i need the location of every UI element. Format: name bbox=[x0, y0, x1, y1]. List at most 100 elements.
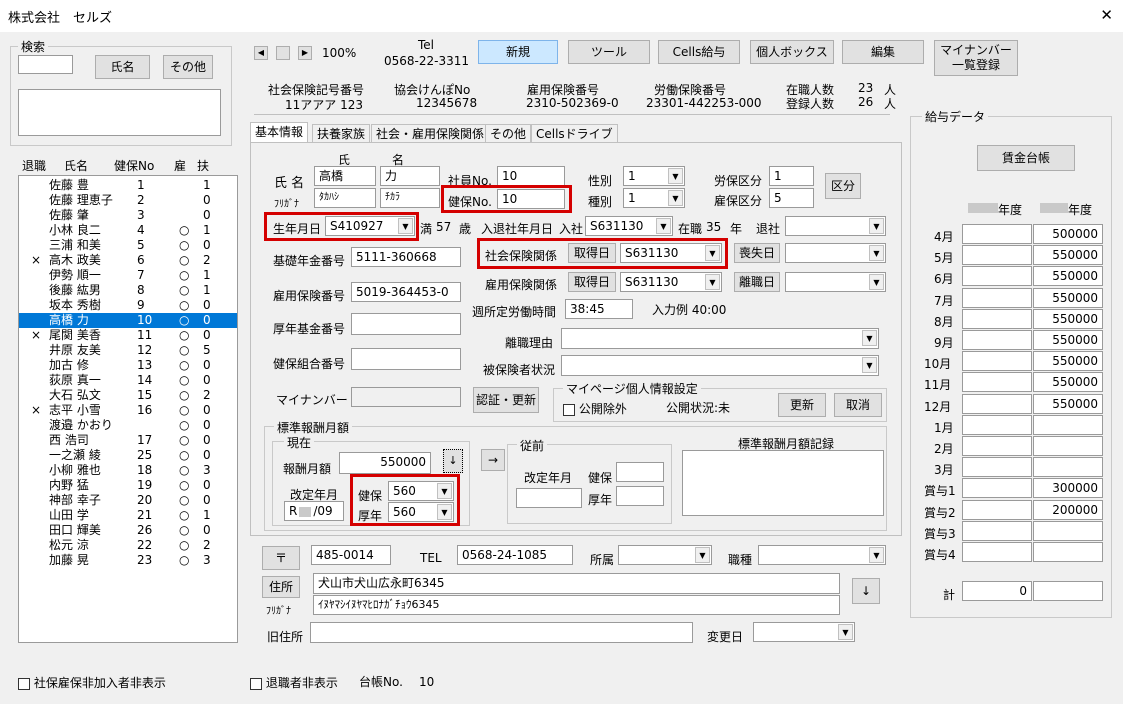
list-item[interactable]: 内野 猛 19 ○ 0 bbox=[19, 478, 237, 493]
record-box[interactable] bbox=[682, 450, 884, 516]
hoshu-calc-button[interactable]: ↓ bbox=[443, 449, 463, 473]
tab-insurance[interactable]: 社会・雇用保険関係 bbox=[371, 124, 490, 143]
salary-prev-field[interactable] bbox=[962, 414, 1032, 435]
list-item[interactable]: 西 浩司 17 ○ 0 bbox=[19, 433, 237, 448]
salary-prev-field[interactable] bbox=[962, 330, 1032, 350]
taisha-select[interactable]: ▼ bbox=[785, 216, 886, 236]
mypage-update-button[interactable]: 更新 bbox=[778, 393, 826, 417]
weekly-field[interactable]: 38:45 bbox=[565, 299, 633, 319]
list-item[interactable]: 一之瀬 綾 25 ○ 0 bbox=[19, 448, 237, 463]
list-item[interactable]: 小柳 雅也 18 ○ 3 bbox=[19, 463, 237, 478]
close-icon[interactable]: ✕ bbox=[1100, 6, 1113, 24]
shokushu-select[interactable]: ▼ bbox=[758, 545, 886, 565]
salary-current-field[interactable]: 550000 bbox=[1033, 266, 1103, 287]
salary-prev-field[interactable] bbox=[962, 245, 1032, 266]
salary-prev-field[interactable] bbox=[962, 520, 1032, 541]
list-item[interactable]: 加藤 晃 23 ○ 3 bbox=[19, 553, 237, 568]
address-down-button[interactable]: ↓ bbox=[852, 578, 880, 604]
kosei-std-select[interactable]: 560 ▼ bbox=[388, 502, 454, 522]
shakai-date-select[interactable]: S631130 ▼ bbox=[620, 243, 722, 263]
koyo-date-select[interactable]: S631130 ▼ bbox=[620, 272, 722, 292]
shakai-shutoku-button[interactable]: 取得日 bbox=[568, 243, 616, 263]
list-item[interactable]: 佐藤 理恵子 2 0 bbox=[19, 193, 237, 208]
kiso-field[interactable]: 5111-360668 bbox=[351, 247, 461, 267]
salary-prev-field[interactable] bbox=[962, 372, 1032, 393]
salary-prev-field[interactable] bbox=[962, 457, 1032, 478]
salary-current-field[interactable]: 550000 bbox=[1033, 330, 1103, 350]
salary-prev-field[interactable] bbox=[962, 287, 1032, 308]
rishoku-select[interactable]: ▼ bbox=[785, 272, 886, 292]
shozoku-select[interactable]: ▼ bbox=[618, 545, 712, 565]
list-item[interactable]: 荻原 真一 14 ○ 0 bbox=[19, 373, 237, 388]
salary-current-field[interactable]: 550000 bbox=[1033, 245, 1103, 266]
rishoku-reason-select[interactable]: ▼ bbox=[561, 328, 879, 349]
copy-to-previous-button[interactable]: → bbox=[481, 449, 505, 471]
address-button[interactable]: 住所 bbox=[262, 576, 300, 598]
cells-pay-button[interactable]: Cells給与 bbox=[658, 40, 740, 64]
salary-current-field[interactable]: 550000 bbox=[1033, 393, 1103, 414]
search-name-button[interactable]: 氏名 bbox=[95, 55, 150, 79]
salary-current-field[interactable]: 300000 bbox=[1033, 478, 1103, 499]
total-field[interactable]: 0 bbox=[962, 581, 1032, 601]
tab-other[interactable]: その他 bbox=[485, 124, 532, 143]
list-item[interactable]: × 高木 政美 6 ○ 2 bbox=[19, 253, 237, 268]
list-item[interactable]: 田口 輝美 26 ○ 0 bbox=[19, 523, 237, 538]
auth-update-button[interactable]: 認証・更新 bbox=[473, 387, 539, 413]
search-other-button[interactable]: その他 bbox=[163, 55, 213, 79]
list-item[interactable]: × 尾関 美香 11 ○ 0 bbox=[19, 328, 237, 343]
list-item[interactable]: 坂本 秀樹 9 ○ 0 bbox=[19, 298, 237, 313]
salary-prev-field[interactable] bbox=[962, 351, 1032, 372]
list-item[interactable]: 伊勢 順一 7 ○ 1 bbox=[19, 268, 237, 283]
kenpo-no-field[interactable]: 10 bbox=[497, 189, 565, 209]
tab-cells-drive[interactable]: Cellsドライブ bbox=[531, 124, 618, 143]
list-item[interactable]: 神部 幸子 20 ○ 0 bbox=[19, 493, 237, 508]
salary-current-field[interactable]: 500000 bbox=[1033, 224, 1103, 244]
zip-field[interactable]: 485-0014 bbox=[311, 545, 391, 565]
list-item[interactable]: 佐藤 豊 1 1 bbox=[19, 178, 237, 193]
tool-button[interactable]: ツール bbox=[568, 40, 650, 64]
shain-no-field[interactable]: 10 bbox=[497, 166, 565, 186]
address-field[interactable]: 犬山市犬山広永町6345 bbox=[313, 573, 840, 594]
list-item[interactable]: 井原 友美 12 ○ 5 bbox=[19, 343, 237, 358]
list-item[interactable]: 三浦 和美 5 ○ 0 bbox=[19, 238, 237, 253]
jyuzen-kenpo-field[interactable] bbox=[616, 462, 664, 482]
list-item[interactable]: 後藤 紘男 8 ○ 1 bbox=[19, 283, 237, 298]
scroll-thumb[interactable] bbox=[276, 46, 290, 60]
rouho-field[interactable]: 1 bbox=[769, 166, 814, 186]
search-input[interactable] bbox=[18, 55, 73, 74]
koho-field[interactable]: 5 bbox=[769, 188, 814, 208]
salary-current-field[interactable]: 550000 bbox=[1033, 308, 1103, 329]
soshitsu-select[interactable]: ▼ bbox=[785, 243, 886, 263]
list-item[interactable]: 高橋 力 10 ○ 0 bbox=[19, 313, 237, 328]
list-item[interactable]: 山田 学 21 ○ 1 bbox=[19, 508, 237, 523]
personal-box-button[interactable]: 個人ボックス bbox=[750, 40, 834, 64]
jyuzen-kaitei-field[interactable] bbox=[516, 488, 582, 508]
salary-prev-field[interactable] bbox=[962, 478, 1032, 499]
tel-field[interactable]: 0568-24-1085 bbox=[457, 545, 573, 565]
kumiai-field[interactable] bbox=[351, 348, 461, 370]
salary-current-field[interactable] bbox=[1033, 457, 1103, 478]
hide-retired-checkbox[interactable]: 退職者非表示 bbox=[250, 674, 338, 691]
salary-prev-field[interactable] bbox=[962, 224, 1032, 244]
seibetsu-select[interactable]: 1 ▼ bbox=[623, 166, 685, 186]
zip-button[interactable]: 〒 bbox=[262, 546, 300, 570]
list-item[interactable]: 松元 涼 22 ○ 2 bbox=[19, 538, 237, 553]
mypage-cancel-button[interactable]: 取消 bbox=[834, 393, 882, 417]
salary-prev-field[interactable] bbox=[962, 393, 1032, 414]
birth-select[interactable]: S410927 ▼ bbox=[325, 216, 415, 236]
edit-button[interactable]: 編集 bbox=[842, 40, 924, 64]
salary-prev-field[interactable] bbox=[962, 436, 1032, 456]
nyusha-select[interactable]: S631130 ▼ bbox=[585, 216, 673, 236]
kubun-button[interactable]: 区分 bbox=[825, 173, 861, 199]
salary-prev-field[interactable] bbox=[962, 542, 1032, 562]
mynumber-field[interactable] bbox=[351, 387, 461, 407]
kenpo-std-select[interactable]: 560 ▼ bbox=[388, 481, 454, 501]
salary-current-field[interactable]: 550000 bbox=[1033, 372, 1103, 393]
salary-current-field[interactable] bbox=[1033, 436, 1103, 456]
rishoku-button[interactable]: 離職日 bbox=[734, 272, 780, 292]
new-button[interactable]: 新規 bbox=[478, 40, 558, 64]
mei-kana-field[interactable]: ﾁｶﾗ bbox=[380, 188, 440, 208]
salary-current-field[interactable]: 550000 bbox=[1033, 351, 1103, 372]
kaitei-field[interactable]: R/09 bbox=[284, 501, 344, 521]
salary-current-field[interactable]: 550000 bbox=[1033, 287, 1103, 308]
